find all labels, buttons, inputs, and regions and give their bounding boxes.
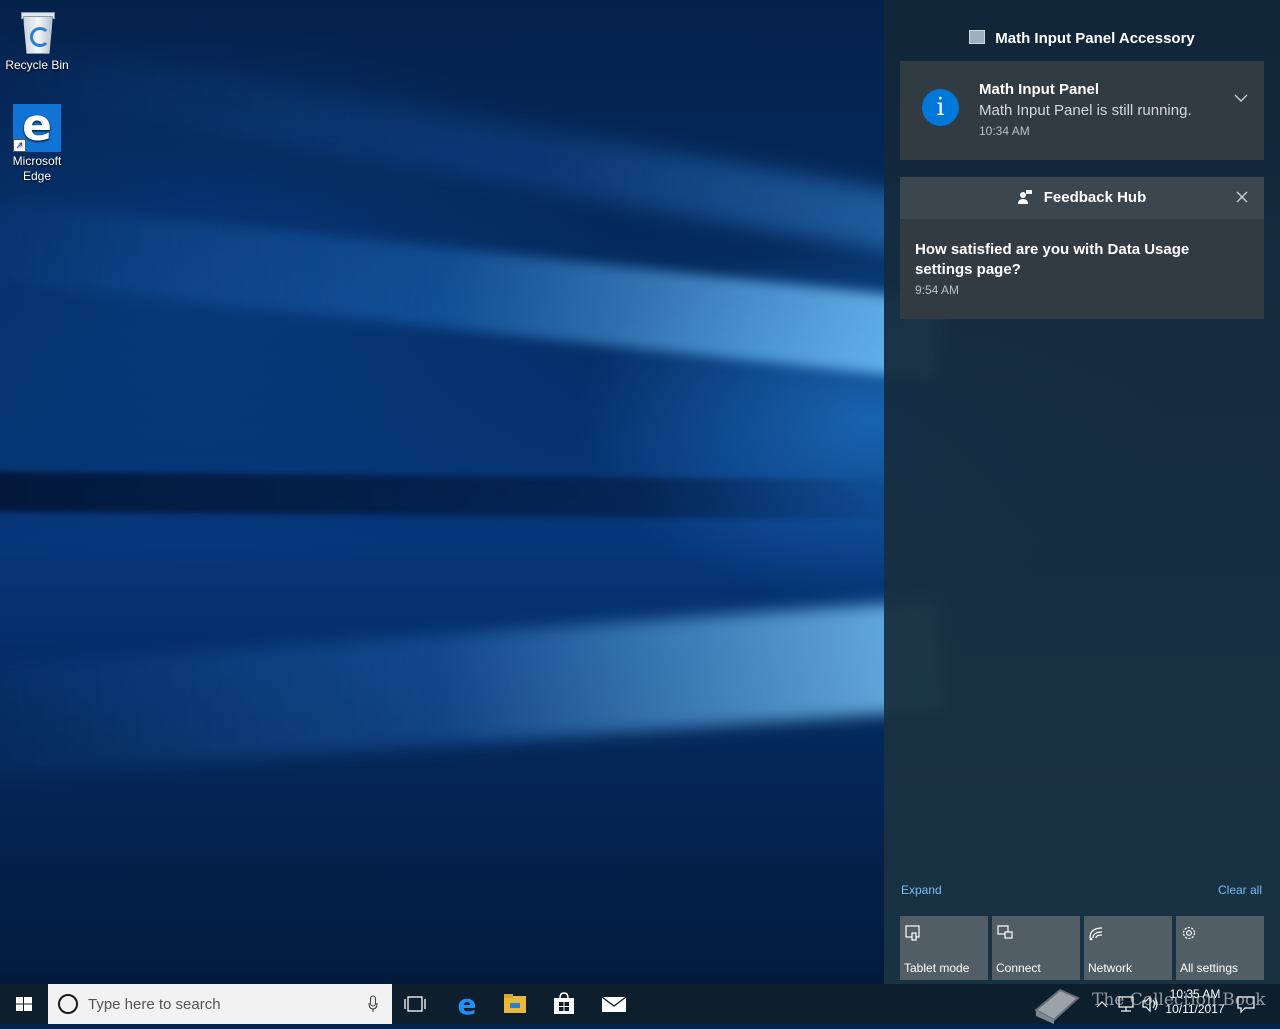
notification-math-input-panel[interactable]: i Math Input Panel Math Input Panel is s… — [900, 61, 1264, 160]
quick-action-label: Tablet mode — [904, 961, 970, 975]
wallpaper-light-beam — [0, 600, 944, 780]
chevron-down-icon[interactable] — [1232, 89, 1250, 107]
quick-action-label: All settings — [1180, 961, 1239, 975]
taskbar-file-explorer-button[interactable] — [491, 984, 539, 1024]
taskbar-edge-button[interactable]: e — [443, 984, 491, 1024]
desktop-icon-microsoft-edge[interactable]: e ↗ Microsoft Edge — [1, 100, 73, 184]
windows-logo-icon — [16, 997, 32, 1011]
notification-app-name: Feedback Hub — [1043, 189, 1147, 206]
quick-action-all-settings[interactable]: All settings — [1176, 916, 1264, 980]
watermark-text: The Collection Book — [1092, 990, 1266, 1010]
notification-app-name: Math Input Panel — [979, 81, 1099, 98]
task-view-icon — [404, 996, 426, 1012]
action-center: Math Input Panel Accessory i Math Input … — [884, 0, 1280, 984]
start-button[interactable] — [0, 984, 48, 1024]
expand-link[interactable]: Expand — [901, 883, 942, 897]
shortcut-arrow-icon: ↗ — [13, 139, 26, 152]
desktop-icon-label: Recycle Bin — [5, 58, 69, 72]
close-icon[interactable] — [1234, 189, 1250, 205]
file-explorer-icon — [504, 994, 526, 1013]
notification-group-feedback-hub[interactable]: Feedback Hub — [900, 177, 1264, 219]
edge-icon: e ↗ — [13, 100, 61, 152]
notification-group-header[interactable]: Math Input Panel Accessory — [884, 24, 1280, 54]
taskbar-mail-button[interactable] — [590, 984, 638, 1024]
wallpaper-shadow-band — [0, 471, 941, 520]
math-input-panel-icon — [969, 30, 986, 44]
microphone-icon[interactable] — [368, 995, 378, 1013]
taskbar-store-button[interactable] — [540, 984, 588, 1024]
notification-feedback-hub[interactable]: How satisfied are you with Data Usage se… — [900, 219, 1264, 319]
task-view-button[interactable] — [392, 984, 440, 1024]
notification-time: 9:54 AM — [915, 283, 960, 297]
notification-message: How satisfied are you with Data Usage se… — [915, 241, 1190, 278]
network-icon — [1089, 927, 1103, 941]
cortana-icon — [58, 994, 78, 1014]
quick-action-tablet-mode[interactable]: Tablet mode — [900, 916, 988, 980]
edge-icon: e — [458, 988, 477, 1021]
notification-group-title: Math Input Panel Accessory — [995, 30, 1195, 47]
book-logo-icon — [1034, 988, 1080, 1024]
quick-action-label: Connect — [996, 961, 1041, 975]
search-box[interactable]: Type here to search — [48, 984, 392, 1024]
notification-time: 10:34 AM — [979, 124, 1030, 138]
quick-action-connect[interactable]: Connect — [992, 916, 1080, 980]
feedback-hub-icon — [1017, 179, 1032, 204]
search-placeholder: Type here to search — [88, 996, 221, 1013]
store-icon — [554, 992, 574, 1014]
desktop-icon-label: Microsoft Edge — [12, 154, 62, 183]
notification-message: Math Input Panel is still running. — [979, 102, 1192, 119]
watermark: The Collection Book — [1030, 976, 1280, 1024]
settings-gear-icon — [1182, 926, 1196, 940]
quick-action-label: Network — [1088, 961, 1133, 975]
info-icon: i — [922, 89, 959, 126]
connect-icon — [997, 925, 1013, 939]
tablet-mode-icon — [905, 925, 920, 941]
clear-all-link[interactable]: Clear all — [1218, 883, 1262, 897]
svg-text:e: e — [458, 988, 477, 1021]
recycle-bin-icon — [13, 8, 61, 56]
mail-icon — [601, 996, 627, 1012]
desktop-icon-recycle-bin[interactable]: Recycle Bin — [1, 8, 73, 73]
quick-action-network[interactable]: Network — [1084, 916, 1172, 980]
